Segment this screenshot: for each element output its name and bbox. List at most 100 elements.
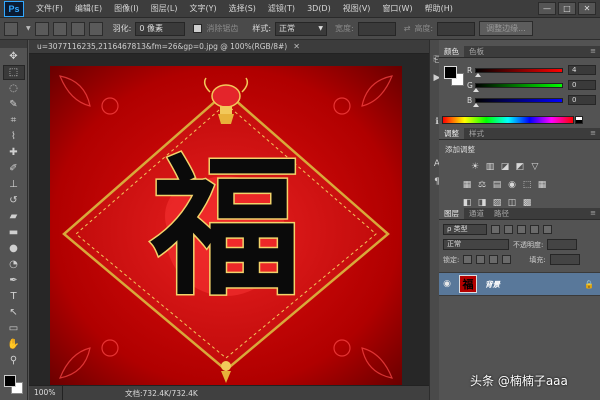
eyedropper-tool-icon[interactable]: ⌇ — [3, 129, 25, 144]
lock-position-icon[interactable] — [489, 255, 499, 264]
path-select-icon[interactable]: ↖ — [3, 305, 25, 320]
antialias-checkbox[interactable] — [193, 24, 203, 33]
tab-channels[interactable]: 通道 — [464, 208, 489, 219]
maximize-button[interactable]: □ — [558, 2, 576, 15]
tab-color[interactable]: 颜色 — [439, 46, 464, 57]
image-canvas[interactable]: 福 — [50, 66, 402, 388]
levels-icon[interactable]: ▥ — [484, 161, 496, 173]
close-icon[interactable]: ✕ — [293, 42, 300, 51]
intersect-selection-icon[interactable] — [88, 21, 103, 36]
vibrance-icon[interactable]: ▽ — [529, 161, 541, 173]
tab-styles[interactable]: 样式 — [464, 128, 489, 139]
marquee-tool-preset-icon[interactable] — [4, 21, 18, 36]
menu-help[interactable]: 帮助(H) — [419, 0, 459, 18]
close-button[interactable]: ✕ — [578, 2, 596, 15]
tab-paths[interactable]: 路径 — [489, 208, 514, 219]
new-selection-icon[interactable] — [34, 21, 49, 36]
photo-filter-icon[interactable]: ◉ — [506, 179, 518, 191]
healing-brush-icon[interactable]: ✚ — [3, 145, 25, 160]
pen-tool-icon[interactable]: ✒ — [3, 273, 25, 288]
blue-slider[interactable] — [473, 97, 563, 107]
filter-shape-icon[interactable] — [530, 225, 539, 234]
tab-swatches[interactable]: 色板 — [464, 46, 489, 57]
zoom-level[interactable]: 100% — [29, 385, 63, 400]
menu-select[interactable]: 选择(S) — [223, 0, 262, 18]
add-selection-icon[interactable] — [52, 21, 67, 36]
feather-input[interactable]: 0 像素 — [135, 21, 186, 36]
lock-all-icon[interactable] — [502, 255, 512, 264]
layer-filter-select[interactable]: ρ 类型 — [443, 224, 487, 235]
menu-filter[interactable]: 滤镜(T) — [262, 0, 301, 18]
tab-layers[interactable]: 图层 — [439, 208, 464, 219]
history-brush-icon[interactable]: ↺ — [3, 193, 25, 208]
refine-edge-button[interactable]: 调整边缘... — [479, 21, 533, 36]
hue-saturation-icon[interactable]: ▦ — [461, 179, 473, 191]
green-slider-knob[interactable] — [473, 87, 479, 92]
type-tool-icon[interactable]: T — [3, 289, 25, 304]
menu-type[interactable]: 文字(Y) — [183, 0, 222, 18]
filter-type-icon[interactable] — [517, 225, 526, 234]
opacity-input[interactable] — [547, 239, 578, 250]
tab-adjustments[interactable]: 调整 — [439, 128, 464, 139]
color-panel-swatch[interactable] — [444, 66, 464, 86]
green-value-input[interactable]: 0 — [568, 80, 596, 90]
menu-edit[interactable]: 编辑(E) — [69, 0, 108, 18]
lock-image-icon[interactable] — [476, 255, 486, 264]
blue-slider-knob[interactable] — [473, 102, 479, 107]
blur-tool-icon[interactable]: ● — [3, 241, 25, 256]
minimize-button[interactable]: — — [538, 2, 556, 15]
swap-icon[interactable]: ⇄ — [404, 24, 411, 33]
shape-tool-icon[interactable]: ▭ — [3, 321, 25, 336]
fill-input[interactable] — [549, 254, 580, 265]
eye-icon[interactable]: ◉ — [439, 279, 455, 289]
menu-image[interactable]: 图像(I) — [108, 0, 145, 18]
panel-menu-icon[interactable]: ≡ — [590, 128, 600, 139]
channel-mixer-icon[interactable]: ⬚ — [521, 179, 533, 191]
black-white-icon[interactable]: ▤ — [491, 179, 503, 191]
blue-value-input[interactable]: 0 — [568, 95, 596, 105]
width-input[interactable] — [357, 21, 396, 36]
panel-menu-icon[interactable]: ≡ — [590, 46, 600, 57]
crop-tool-icon[interactable]: ⌗ — [3, 113, 25, 128]
brightness-contrast-icon[interactable]: ☀ — [469, 161, 481, 173]
exposure-icon[interactable]: ◩ — [514, 161, 526, 173]
red-value-input[interactable]: 4 — [568, 65, 596, 75]
red-slider[interactable] — [474, 67, 563, 77]
color-lookup-icon[interactable]: ▦ — [536, 179, 548, 191]
chevron-down-icon[interactable]: ▼ — [26, 25, 31, 32]
menu-layer[interactable]: 图层(L) — [145, 0, 184, 18]
style-select[interactable]: 正常 ▼ — [275, 21, 328, 36]
menu-window[interactable]: 窗口(W) — [376, 0, 418, 18]
hand-tool-icon[interactable]: ✋ — [3, 337, 25, 352]
document-tab[interactable]: u=3077116235,2116467813&fm=26&gp=0.jpg @… — [29, 40, 429, 54]
marquee-tool-icon[interactable]: ⬚ — [2, 65, 25, 80]
menu-view[interactable]: 视图(V) — [337, 0, 377, 18]
brush-tool-icon[interactable]: ✐ — [3, 161, 25, 176]
gradient-tool-icon[interactable]: ▬ — [3, 225, 25, 240]
quick-select-tool-icon[interactable]: ✎ — [3, 97, 25, 112]
move-tool-icon[interactable]: ✥ — [3, 49, 25, 64]
subtract-selection-icon[interactable] — [70, 21, 85, 36]
menu-3d[interactable]: 3D(D) — [301, 0, 337, 18]
zoom-tool-icon[interactable]: ⚲ — [3, 353, 25, 368]
height-input[interactable] — [437, 21, 476, 36]
tools-panel-header[interactable] — [0, 40, 27, 48]
blend-mode-select[interactable]: 正常 — [443, 239, 509, 250]
clone-stamp-icon[interactable]: ⊥ — [3, 177, 25, 192]
filter-smart-icon[interactable] — [543, 225, 552, 234]
layer-item-background[interactable]: ◉ 福 背景 🔒 — [439, 272, 600, 296]
lasso-tool-icon[interactable]: ◌ — [3, 81, 25, 96]
color-spectrum[interactable] — [442, 116, 574, 124]
dodge-tool-icon[interactable]: ◔ — [3, 257, 25, 272]
tool-color-swatches[interactable] — [3, 374, 25, 396]
foreground-color-swatch[interactable] — [3, 375, 16, 387]
menu-file[interactable]: 文件(F) — [30, 0, 69, 18]
green-slider[interactable] — [473, 82, 563, 92]
filter-adjustment-icon[interactable] — [504, 225, 513, 234]
filter-pixel-icon[interactable] — [491, 225, 500, 234]
layer-name[interactable]: 背景 — [485, 279, 500, 290]
panel-menu-icon[interactable]: ≡ — [590, 208, 600, 219]
black-white-swatch[interactable] — [575, 116, 583, 124]
color-balance-icon[interactable]: ⚖ — [476, 179, 488, 191]
curves-icon[interactable]: ◪ — [499, 161, 511, 173]
